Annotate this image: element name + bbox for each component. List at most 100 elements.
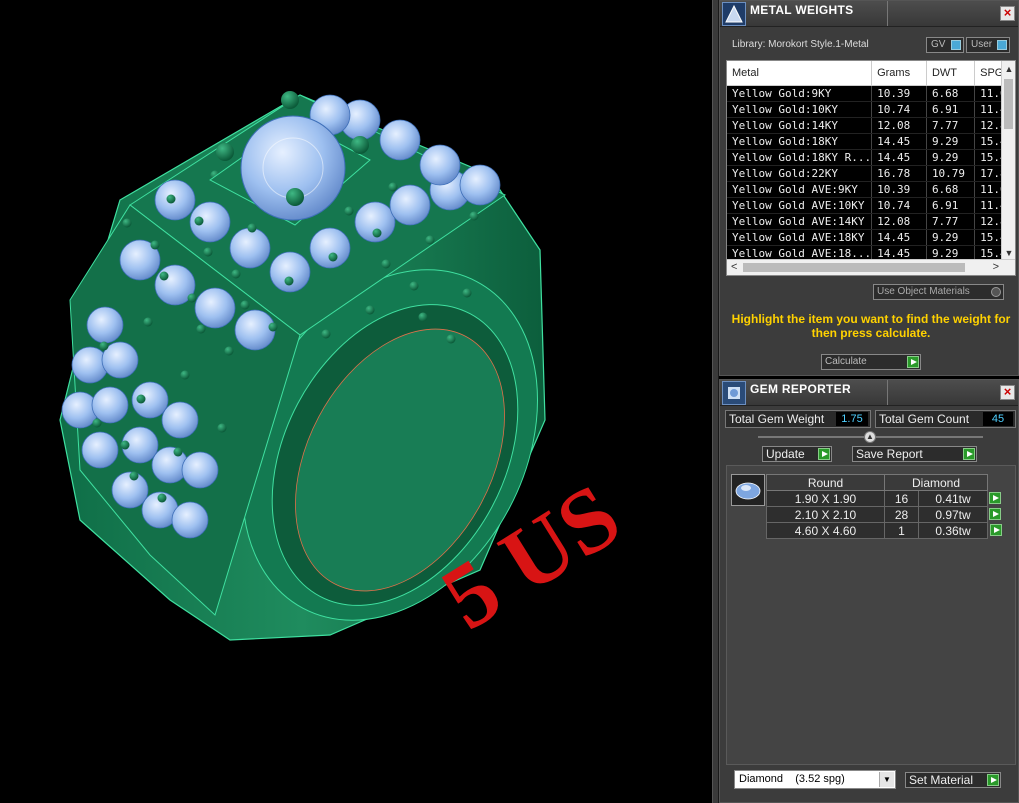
metal-cell: Yellow Gold AVE:18KY xyxy=(727,229,873,246)
grams-cell: 10.74 xyxy=(871,101,927,118)
col-header-grams[interactable]: Grams xyxy=(871,61,927,86)
metal-cell: Yellow Gold:18KY xyxy=(727,133,873,150)
scroll-left-icon[interactable]: < xyxy=(731,261,737,273)
panel-splitter[interactable] xyxy=(712,0,719,803)
table-row[interactable]: Yellow Gold:9KY 10.39 6.68 11.08 xyxy=(727,85,1015,102)
gem-size-cell: 4.60 X 4.60 xyxy=(766,522,885,539)
gemstone xyxy=(194,287,236,329)
table-row[interactable]: Yellow Gold AVE:14KY 12.08 7.77 12.88 xyxy=(727,213,1015,230)
prong xyxy=(92,418,102,428)
select-gem-button[interactable] xyxy=(988,523,1004,539)
metal-cell: Yellow Gold AVE:10KY xyxy=(727,197,873,214)
scroll-up-icon[interactable]: ▲ xyxy=(1002,63,1015,75)
table-row[interactable]: Yellow Gold:18KY R... 14.45 9.29 15.41 xyxy=(727,149,1015,166)
grams-cell: 12.08 xyxy=(871,117,927,134)
gemstone xyxy=(459,164,501,206)
calculate-label: Calculate xyxy=(825,356,867,367)
table-row[interactable]: Yellow Gold:22KY 16.78 10.79 17.89 xyxy=(727,165,1015,182)
table-row[interactable]: Yellow Gold:14KY 12.08 7.77 12.88 xyxy=(727,117,1015,134)
gemstone xyxy=(81,431,119,469)
hint-text: Highlight the item you want to find the … xyxy=(731,312,1011,340)
gem-list-area: Round Diamond 1.90 X 1.90 16 0.41tw 2.10 X … xyxy=(726,465,1016,765)
gem-count-cell: 16 xyxy=(884,490,919,507)
user-toggle[interactable]: User xyxy=(966,37,1010,53)
grams-cell: 14.45 xyxy=(871,229,927,246)
vertical-scrollbar[interactable]: ▲ ▼ xyxy=(1001,61,1015,261)
close-icon[interactable]: × xyxy=(1000,6,1015,21)
select-gem-button[interactable] xyxy=(988,507,1004,523)
total-gem-weight-value: 1.75 xyxy=(836,412,868,426)
gem-reporter-panel: GEM REPORTER × Total Gem Weight 1.75 Tot… xyxy=(719,379,1019,803)
dwt-cell: 10.79 xyxy=(926,165,976,182)
prong xyxy=(284,276,294,286)
gem-size-cell: 1.90 X 1.90 xyxy=(766,490,885,507)
gemstone xyxy=(379,119,421,161)
gem-row[interactable]: 2.10 X 2.10 28 0.97tw xyxy=(766,506,1004,523)
horizontal-scrollbar[interactable]: < > xyxy=(727,259,1015,275)
prong xyxy=(328,252,338,262)
chevron-down-icon[interactable]: ▼ xyxy=(879,772,894,787)
table-row[interactable]: Yellow Gold:10KY 10.74 6.91 11.45 xyxy=(727,101,1015,118)
prong xyxy=(173,447,183,457)
dwt-cell: 9.29 xyxy=(926,133,976,150)
scroll-down-icon[interactable]: ▼ xyxy=(1002,247,1015,259)
grams-cell: 10.74 xyxy=(871,197,927,214)
prong xyxy=(268,322,278,332)
gem-thumbnail[interactable] xyxy=(731,474,765,506)
gem-reporter-title: GEM REPORTER xyxy=(750,382,851,396)
prong xyxy=(136,394,146,404)
play-icon xyxy=(963,448,975,460)
prong xyxy=(240,300,250,310)
total-gem-weight-label: Total Gem Weight xyxy=(729,412,825,426)
3d-viewport[interactable]: 5 US xyxy=(0,0,712,803)
dwt-cell: 6.68 xyxy=(926,181,976,198)
grams-cell: 12.08 xyxy=(871,213,927,230)
save-report-button[interactable]: Save Report xyxy=(852,446,977,462)
table-row[interactable]: Yellow Gold AVE:18KY 14.45 9.29 15.41 xyxy=(727,229,1015,246)
gem-size-cell: 2.10 X 2.10 xyxy=(766,506,885,523)
metal-cell: Yellow Gold AVE:14KY xyxy=(727,213,873,230)
material-select[interactable]: Diamond (3.52 spg) ▼ xyxy=(734,770,896,789)
prong xyxy=(344,206,354,216)
prong xyxy=(187,293,197,303)
scroll-right-icon[interactable]: > xyxy=(993,261,999,273)
prong xyxy=(120,440,130,450)
metal-weights-header: METAL WEIGHTS × xyxy=(720,1,1018,27)
prong xyxy=(381,259,391,269)
close-icon[interactable]: × xyxy=(1000,385,1015,400)
gemstone xyxy=(181,451,219,489)
col-header-dwt[interactable]: DWT xyxy=(926,61,976,86)
scroll-thumb[interactable] xyxy=(1004,79,1013,129)
slider-handle[interactable]: ▲ xyxy=(864,431,876,443)
gv-toggle[interactable]: GV xyxy=(926,37,964,53)
gemstone xyxy=(161,401,199,439)
scroll-thumb[interactable] xyxy=(743,263,965,272)
prong xyxy=(372,228,382,238)
ring-model[interactable]: 5 US xyxy=(0,0,712,803)
set-material-button[interactable]: Set Material xyxy=(905,772,1001,788)
gem-count-cell: 28 xyxy=(884,506,919,523)
prong xyxy=(194,216,204,226)
toggle-icon xyxy=(997,40,1007,50)
gem-count-cell: 1 xyxy=(884,522,919,539)
prong xyxy=(388,182,398,192)
table-row[interactable]: Yellow Gold:18KY 14.45 9.29 15.41 xyxy=(727,133,1015,150)
calculate-button[interactable]: Calculate xyxy=(821,354,921,370)
gem-row[interactable]: 4.60 X 4.60 1 0.36tw xyxy=(766,522,1004,539)
gv-label: GV xyxy=(931,39,946,50)
gem-weight-cell: 0.36tw xyxy=(918,522,988,539)
update-button[interactable]: Update xyxy=(762,446,832,462)
table-row[interactable]: Yellow Gold AVE:9KY 10.39 6.68 11.08 xyxy=(727,181,1015,198)
select-gem-button[interactable] xyxy=(988,491,1004,507)
set-material-label: Set Material xyxy=(909,773,974,787)
metal-table[interactable]: Metal Grams DWT SPG Yellow Gold:9KY 10.39… xyxy=(726,60,1016,276)
prong xyxy=(425,235,435,245)
table-row[interactable]: Yellow Gold AVE:10KY 10.74 6.91 11.45 xyxy=(727,197,1015,214)
gem-shape-header: Round xyxy=(766,474,885,491)
gem-row[interactable]: 1.90 X 1.90 16 0.41tw xyxy=(766,490,1004,507)
radio-icon xyxy=(991,287,1001,297)
use-object-materials-toggle[interactable]: Use Object Materials xyxy=(873,284,1004,300)
use-object-materials-label: Use Object Materials xyxy=(877,286,970,297)
col-header-metal[interactable]: Metal xyxy=(727,61,873,86)
dwt-cell: 6.91 xyxy=(926,197,976,214)
